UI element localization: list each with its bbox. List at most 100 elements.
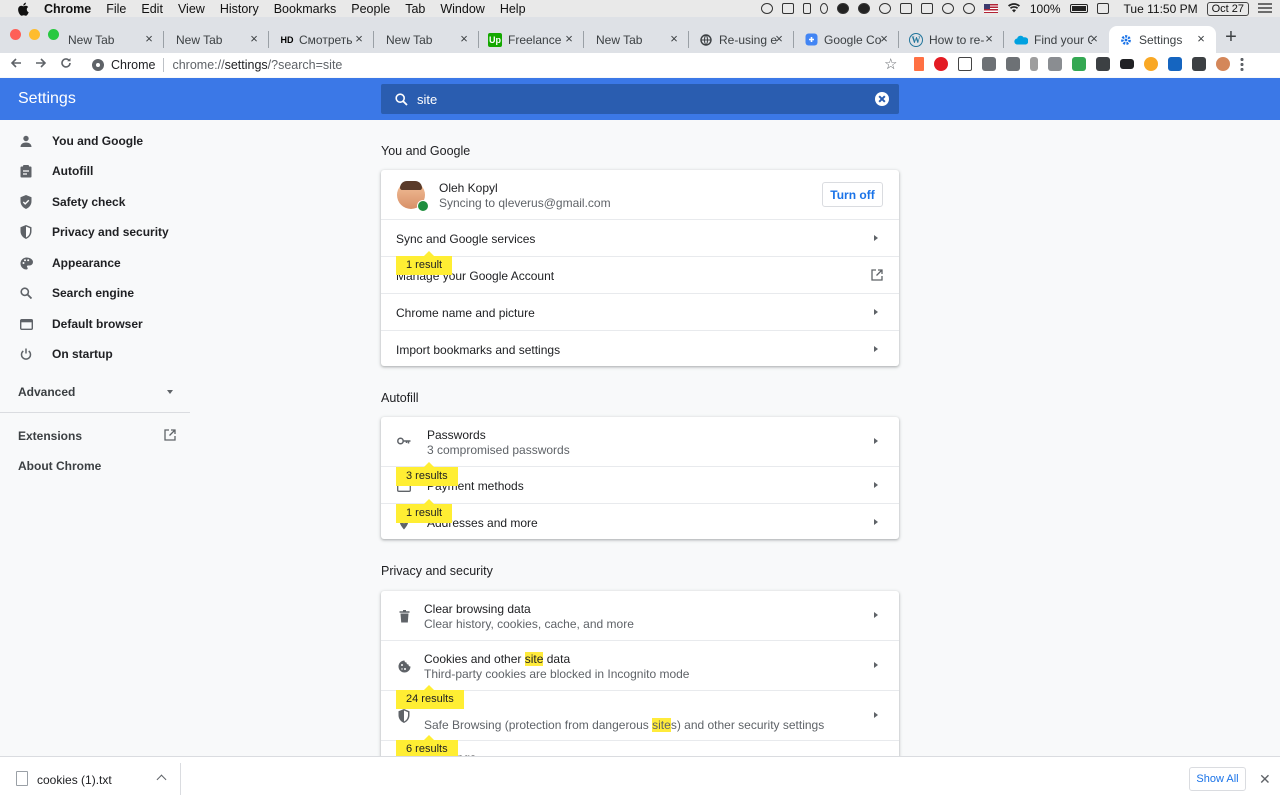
control-center-icon[interactable] <box>1258 2 1272 16</box>
tab-new-tab-4[interactable]: New Tab × <box>584 26 689 53</box>
status-list-icon[interactable] <box>920 3 933 14</box>
show-all-downloads-button[interactable]: Show All <box>1189 767 1246 791</box>
chevron-up-icon[interactable] <box>156 774 167 785</box>
menubar-date[interactable]: Oct 27 <box>1206 1 1249 16</box>
menu-file[interactable]: File <box>106 2 126 16</box>
puzzle-extension-icon-2[interactable] <box>1006 57 1020 71</box>
menu-history[interactable]: History <box>220 2 259 16</box>
tab-upwork[interactable]: Up Freelance (u × <box>479 26 584 53</box>
forward-button[interactable] <box>31 55 51 75</box>
tab-google-code[interactable]: Google Code × <box>794 26 899 53</box>
status-screen-icon[interactable] <box>781 3 794 14</box>
tab-find-your[interactable]: Find your Co × <box>1004 26 1109 53</box>
turn-off-sync-button[interactable]: Turn off <box>822 182 883 207</box>
tab-new-tab-3[interactable]: New Tab × <box>374 26 479 53</box>
battery-icon[interactable] <box>1069 4 1088 13</box>
row-payment-methods[interactable]: Payment methods <box>381 466 899 503</box>
puzzle-extension-icon[interactable] <box>982 57 996 71</box>
tab-close-icon[interactable]: × <box>877 32 891 46</box>
search-result-bubble: 3 results <box>396 462 458 486</box>
status-move-icon[interactable] <box>941 3 954 14</box>
menu-tab[interactable]: Tab <box>405 2 425 16</box>
close-window-button[interactable] <box>10 29 21 40</box>
status-finder-icon[interactable] <box>1096 3 1109 14</box>
address-bar[interactable]: Chrome chrome://settings/?search=site <box>86 53 906 77</box>
status-phone-icon[interactable] <box>802 3 811 14</box>
hd-icon: HD <box>280 34 294 45</box>
time-machine-icon[interactable] <box>962 3 975 14</box>
tab-close-icon[interactable]: × <box>352 32 366 46</box>
tab-close-icon[interactable]: × <box>982 32 996 46</box>
sync-badge-icon <box>417 200 429 212</box>
menu-app-chrome[interactable]: Chrome <box>44 2 91 16</box>
minimize-window-button[interactable] <box>29 29 40 40</box>
row-clear-browsing-data[interactable]: Clear browsing data Clear history, cooki… <box>381 591 899 640</box>
leaf-extension-icon[interactable] <box>1030 57 1038 71</box>
row-import-bookmarks[interactable]: Import bookmarks and settings <box>381 330 899 366</box>
tab-close-icon[interactable]: × <box>142 32 156 46</box>
more-menu-icon[interactable] <box>1240 57 1244 71</box>
status-leaf-icon[interactable] <box>878 3 891 14</box>
menu-people[interactable]: People <box>351 2 390 16</box>
tab-how-to-reuse[interactable]: W How to re-u × <box>899 26 1004 53</box>
tab-close-icon[interactable]: × <box>1087 32 1101 46</box>
tab-new-tab-2[interactable]: New Tab × <box>164 26 269 53</box>
row-sync-and-google-services[interactable]: Sync and Google services <box>381 219 899 256</box>
tab-close-icon[interactable]: × <box>1194 32 1208 46</box>
tab-close-icon[interactable]: × <box>247 32 261 46</box>
status-tools-icon[interactable] <box>899 3 912 14</box>
extensions-menu-icon[interactable] <box>1192 57 1206 71</box>
new-tab-button[interactable]: + <box>1222 27 1240 47</box>
menu-view[interactable]: View <box>178 2 205 16</box>
status-send-icon[interactable] <box>836 3 849 14</box>
close-icon[interactable]: ✕ <box>1259 771 1271 788</box>
tab-settings[interactable]: Settings × <box>1109 26 1216 53</box>
tab-close-icon[interactable]: × <box>667 32 681 46</box>
clear-search-icon[interactable] <box>875 92 889 106</box>
menu-edit[interactable]: Edit <box>141 2 163 16</box>
menu-bookmarks[interactable]: Bookmarks <box>274 2 337 16</box>
tab-close-icon[interactable]: × <box>562 32 576 46</box>
selenium-extension-icon[interactable] <box>1096 57 1110 71</box>
tab-close-icon[interactable]: × <box>457 32 471 46</box>
row-site-settings[interactable]: ings <box>381 740 899 756</box>
menu-help[interactable]: Help <box>500 2 526 16</box>
battery-percent: 100% <box>1029 1 1061 16</box>
bookmark-star-icon[interactable]: ☆ <box>884 55 897 73</box>
us-flag-icon[interactable] <box>983 4 998 13</box>
apple-icon[interactable] <box>16 2 30 16</box>
tab-new-tab-1[interactable]: New Tab × <box>56 26 164 53</box>
row-passwords[interactable]: Passwords 3 compromised passwords <box>381 417 899 466</box>
mail-extension-icon[interactable] <box>958 57 972 71</box>
reload-button[interactable] <box>56 55 76 75</box>
tab-reusing[interactable]: Re-using exi × <box>689 26 794 53</box>
account-name: Oleh Kopyl <box>439 181 498 195</box>
chrome-site-icon[interactable] <box>92 59 104 71</box>
download-filename[interactable]: cookies (1).txt <box>37 773 112 787</box>
status-mic-icon[interactable] <box>819 3 828 14</box>
row-addresses[interactable]: Addresses and more <box>381 503 899 539</box>
back-button[interactable] <box>6 55 26 75</box>
chevron-right-icon <box>874 438 878 444</box>
tab-hd-movie[interactable]: HD Смотреть се × <box>269 26 374 53</box>
plus-extension-icon[interactable] <box>1072 57 1086 71</box>
blue-extension-icon[interactable] <box>1168 57 1182 71</box>
wifi-icon[interactable] <box>1007 2 1021 16</box>
menu-window[interactable]: Window <box>440 2 484 16</box>
status-circle-icon[interactable] <box>760 3 773 14</box>
extension-dots-icon[interactable] <box>914 57 924 71</box>
open-in-new-icon[interactable] <box>871 269 883 284</box>
profile-avatar-icon[interactable] <box>1216 57 1230 71</box>
tab-close-icon[interactable]: × <box>772 32 786 46</box>
row-chrome-name-and-picture[interactable]: Chrome name and picture <box>381 293 899 330</box>
opera-extension-icon[interactable] <box>934 57 948 71</box>
colorful-extension-icon[interactable] <box>1144 57 1158 71</box>
status-p-icon[interactable] <box>857 3 870 14</box>
settings-search-field[interactable]: site <box>381 84 899 114</box>
search-input[interactable]: site <box>417 92 875 107</box>
grid-extension-icon[interactable] <box>1048 57 1062 71</box>
row-manage-google-account[interactable]: Manage your Google Account <box>381 256 899 293</box>
card-extension-icon[interactable] <box>1120 59 1134 69</box>
menubar-clock[interactable]: Tue 11:50 PM <box>1124 2 1198 16</box>
row-cookies-and-site-data[interactable]: Cookies and other site data Third-party … <box>381 640 899 690</box>
